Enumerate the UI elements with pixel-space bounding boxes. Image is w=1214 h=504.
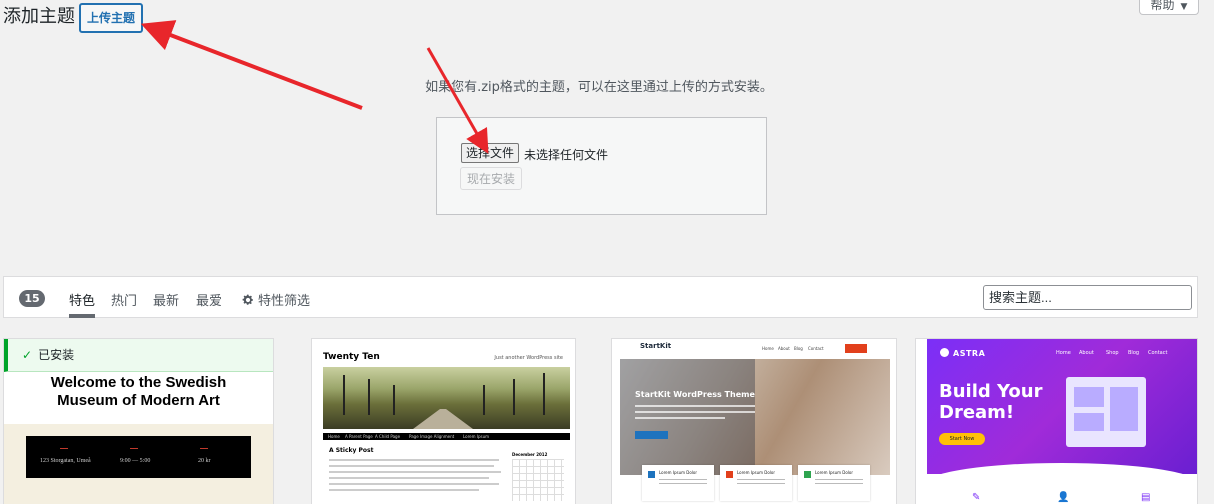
screenshot-header-image xyxy=(323,367,570,429)
theme-screenshot: Welcome to the Swedish Museum of Modern … xyxy=(4,372,273,504)
upload-description: 如果您有.zip格式的主题，可以在这里通过上传的方式安装。 xyxy=(425,80,773,95)
screenshot-title: Welcome to the Swedish Museum of Modern … xyxy=(50,374,227,409)
screenshot-calendar-title: December 2012 xyxy=(512,452,548,457)
screenshot-logo: StartKit xyxy=(640,342,672,350)
theme-card[interactable]: StartKit Home About Blog Contact StartKi… xyxy=(611,338,897,504)
installed-notice: ✓ 已安装 xyxy=(4,339,273,372)
feature-filter-button[interactable]: 特性筛选 xyxy=(242,290,310,318)
gear-icon xyxy=(242,294,253,305)
screenshot-site-name: Twenty Ten xyxy=(323,352,380,362)
theme-count-badge: 15 xyxy=(19,290,45,307)
page-title: 添加主题 xyxy=(3,6,75,27)
screenshot-calendar xyxy=(512,459,564,501)
screenshot-hero-title: Build Your Dream! xyxy=(939,381,1043,423)
theme-filter-bar: 15 特色 热门 最新 最爱 特性筛选 xyxy=(3,276,1198,318)
screenshot-info-block: 123 Storgatan, Umeå 9:00 — 5:00 20 kr xyxy=(26,436,251,478)
theme-search-input[interactable] xyxy=(983,285,1192,310)
screenshot-logo: ASTRA xyxy=(940,348,985,358)
edit-icon: ✎ xyxy=(972,492,981,503)
screenshot-nav: Home A Parent Page A Child Page Page Ima… xyxy=(323,433,570,440)
screenshot-post-title: A Sticky Post xyxy=(329,447,374,454)
screenshot-cta: Start Now xyxy=(939,433,985,445)
no-file-chosen-text: 未选择任何文件 xyxy=(524,148,609,162)
help-tab[interactable]: 帮助 ▼ xyxy=(1139,0,1199,15)
theme-card[interactable]: Twenty Ten Just another WordPress site H… xyxy=(311,338,576,504)
theme-card[interactable]: Welcome to the Swedish Museum of Modern … xyxy=(3,338,274,504)
theme-card[interactable]: ASTRA Home About Shop Blog Contact Build… xyxy=(915,338,1198,504)
upload-form: 选择文件 未选择任何文件 现在安装 xyxy=(436,117,767,215)
screenshot-hero-title: StartKit WordPress Theme xyxy=(635,390,755,399)
screenshot-tagline: Just another WordPress site xyxy=(494,355,563,361)
layout-icon: ▤ xyxy=(1141,492,1151,503)
tab-popular[interactable]: 热门 xyxy=(111,290,137,318)
upload-theme-button[interactable]: 上传主题 xyxy=(79,3,144,33)
tab-latest[interactable]: 最新 xyxy=(153,290,179,318)
arrow-to-upload-button xyxy=(140,20,363,110)
astra-logo-icon xyxy=(940,348,949,357)
install-now-button[interactable]: 现在安装 xyxy=(460,167,523,190)
checkmark-icon: ✓ xyxy=(22,348,33,362)
help-tab-label: 帮助 xyxy=(1150,0,1175,12)
choose-file-button[interactable]: 选择文件 xyxy=(461,143,520,163)
tab-favorites[interactable]: 最爱 xyxy=(196,290,222,318)
chevron-down-icon: ▼ xyxy=(1180,2,1188,12)
feature-filter-label: 特性筛选 xyxy=(258,294,311,309)
screenshot-illustration xyxy=(1066,377,1146,447)
tab-featured[interactable]: 特色 xyxy=(69,290,96,318)
user-icon: 👤 xyxy=(1057,492,1070,503)
add-themes-page: 添加主题 上传主题 帮助 ▼ 如果您有.zip格式的主题，可以在这里通过上传的方式… xyxy=(0,0,1214,504)
